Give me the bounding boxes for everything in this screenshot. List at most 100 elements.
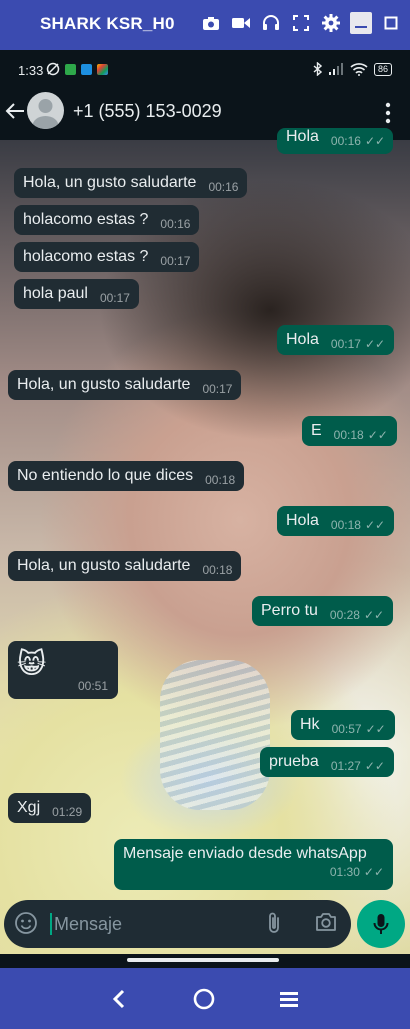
message-time: 00:28 bbox=[329, 608, 360, 622]
video-icon[interactable] bbox=[230, 12, 252, 34]
microphone-button[interactable] bbox=[357, 900, 405, 948]
battery-indicator: 86 bbox=[373, 62, 392, 76]
headset-icon[interactable] bbox=[260, 12, 282, 34]
status-time: 1:33 bbox=[18, 63, 44, 78]
read-ticks-icon: ✓✓ bbox=[363, 865, 384, 879]
wallpaper-pattern bbox=[160, 660, 270, 810]
message-time: 00:16 bbox=[330, 134, 361, 148]
contact-name[interactable]: +1 (555) 153-0029 bbox=[73, 101, 222, 122]
message-input-container bbox=[4, 900, 351, 948]
message-input[interactable] bbox=[54, 910, 254, 938]
status-right-icons: 86 bbox=[313, 62, 392, 76]
message-bubble[interactable]: Hola 00:17 ✓✓ bbox=[277, 325, 395, 355]
wifi-icon bbox=[350, 62, 368, 76]
camera-icon[interactable] bbox=[200, 12, 222, 34]
message-bubble[interactable]: Hola, un gusto saludarte 00:16 bbox=[14, 168, 248, 198]
message-meta: 00:18 ✓✓ bbox=[334, 428, 388, 442]
message-bubble[interactable]: holacomo estas ? 00:16 bbox=[14, 205, 200, 235]
message-meta: 00:16 bbox=[160, 217, 190, 231]
message-meta: 00:18 bbox=[205, 473, 235, 487]
message-text: Hola bbox=[286, 512, 319, 529]
emulator-toolbar bbox=[200, 12, 402, 34]
message-time: 00:17 bbox=[202, 382, 233, 396]
emoji-icon[interactable] bbox=[14, 911, 40, 937]
message-bubble[interactable]: Hola, un gusto saludarte 00:18 bbox=[8, 551, 242, 581]
read-ticks-icon: ✓✓ bbox=[364, 518, 386, 532]
more-options-icon[interactable] bbox=[378, 100, 398, 126]
message-bubble[interactable]: prueba 01:27 ✓✓ bbox=[260, 747, 394, 777]
message-meta: 00:28 ✓✓ bbox=[330, 608, 384, 622]
emulator-title: SHARK KSR_H0 bbox=[40, 14, 175, 33]
home-indicator[interactable] bbox=[127, 958, 279, 962]
app-notification-icon bbox=[81, 63, 92, 75]
message-time: 00:18 bbox=[333, 428, 364, 442]
message-meta: 01:29 bbox=[52, 805, 82, 819]
avatar[interactable] bbox=[27, 92, 64, 129]
message-text: Hola, un gusto saludarte bbox=[17, 557, 191, 574]
message-time: 00:16 bbox=[160, 217, 191, 231]
camera-icon[interactable] bbox=[314, 911, 340, 937]
message-text: holacomo estas ? bbox=[23, 211, 149, 228]
paperclip-icon[interactable] bbox=[266, 911, 290, 937]
maximize-icon[interactable] bbox=[380, 12, 402, 34]
message-time: 00:18 bbox=[330, 518, 361, 532]
status-bar: 1:33 86 bbox=[0, 50, 410, 88]
message-bubble[interactable]: holacomo estas ? 00:17 bbox=[14, 242, 200, 272]
status-left-icons bbox=[46, 62, 108, 76]
message-bubble[interactable]: Mensaje enviado desde whatsApp 01:30 ✓✓ bbox=[114, 839, 393, 890]
read-ticks-icon: ✓✓ bbox=[364, 759, 385, 773]
microphone-icon bbox=[373, 914, 389, 934]
message-meta: 00:16 ✓✓ bbox=[331, 134, 385, 148]
message-bubble[interactable]: E 00:18 ✓✓ bbox=[302, 416, 397, 446]
message-text: Hola bbox=[286, 128, 319, 145]
gear-icon[interactable] bbox=[320, 12, 342, 34]
read-ticks-icon: ✓✓ bbox=[364, 134, 386, 148]
message-bubble[interactable]: Hola, un gusto saludarte 00:17 bbox=[8, 370, 242, 400]
message-text: Perro tu bbox=[261, 602, 318, 619]
emulator-nav-bar bbox=[0, 968, 410, 1029]
menu-icon[interactable] bbox=[276, 986, 302, 1012]
message-meta: 00:16 bbox=[208, 180, 238, 194]
message-bubble[interactable]: Hola 00:18 ✓✓ bbox=[277, 506, 395, 536]
message-bubble[interactable]: 😸 00:51 bbox=[8, 641, 118, 699]
message-meta: 00:18 bbox=[202, 563, 232, 577]
message-bubble[interactable]: No entiendo lo que dices 00:18 bbox=[8, 461, 245, 491]
message-text: prueba bbox=[269, 753, 319, 770]
message-time: 00:16 bbox=[208, 180, 239, 194]
message-bubble[interactable]: Xgj 01:29 bbox=[8, 793, 92, 823]
bluetooth-icon bbox=[313, 62, 322, 76]
message-composer bbox=[0, 898, 410, 954]
message-text: No entiendo lo que dices bbox=[17, 467, 194, 484]
minimize-icon[interactable] bbox=[350, 12, 372, 34]
text-cursor bbox=[50, 913, 52, 935]
message-time: 00:17 bbox=[160, 254, 191, 268]
message-time: 01:27 bbox=[330, 759, 361, 773]
emulator-title-bar: SHARK KSR_H0 bbox=[0, 0, 410, 50]
message-bubble[interactable]: Perro tu 00:28 ✓✓ bbox=[252, 596, 394, 626]
gesture-bar bbox=[0, 954, 410, 968]
message-text: hola paul bbox=[23, 285, 88, 302]
message-meta: 00:51 bbox=[78, 679, 108, 693]
phone-screen: 1:33 86 +1 (555) 153-0029 Hola 00:16 ✓✓ … bbox=[0, 50, 410, 968]
message-text: Hola, un gusto saludarte bbox=[17, 376, 191, 393]
message-text: holacomo estas ? bbox=[23, 248, 149, 265]
read-ticks-icon: ✓✓ bbox=[364, 337, 386, 351]
message-time: 00:57 bbox=[331, 722, 362, 736]
back-icon[interactable] bbox=[106, 986, 132, 1012]
message-time: 00:17 bbox=[330, 337, 361, 351]
grinning-cat-emoji: 😸 bbox=[17, 648, 47, 679]
home-icon[interactable] bbox=[191, 986, 217, 1012]
message-time: 00:18 bbox=[202, 563, 233, 577]
message-meta: 01:27 ✓✓ bbox=[331, 759, 385, 773]
message-text: E bbox=[311, 422, 322, 439]
message-text: Hola, un gusto saludarte bbox=[23, 174, 197, 191]
message-meta: 00:18 ✓✓ bbox=[331, 518, 385, 532]
fullscreen-icon[interactable] bbox=[290, 12, 312, 34]
read-ticks-icon: ✓✓ bbox=[365, 722, 386, 736]
message-meta: 00:17 bbox=[160, 254, 190, 268]
message-text: Hola bbox=[286, 331, 319, 348]
message-bubble[interactable]: hola paul 00:17 bbox=[14, 279, 139, 309]
message-bubble[interactable]: Hk 00:57 ✓✓ bbox=[291, 710, 395, 740]
back-arrow-icon[interactable] bbox=[4, 100, 28, 126]
message-bubble[interactable]: Hola 00:16 ✓✓ bbox=[277, 128, 393, 154]
